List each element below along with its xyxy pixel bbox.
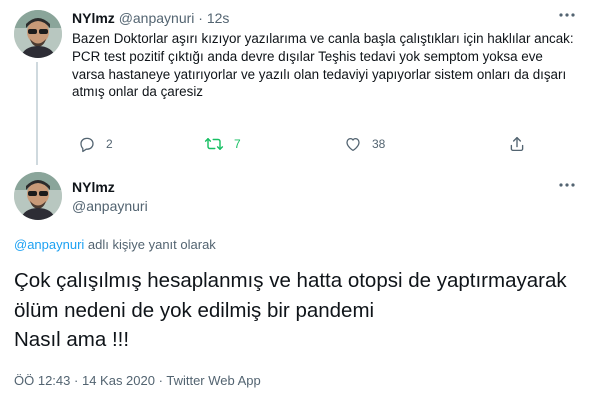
tweet-time[interactable]: ÖÖ 12:43 bbox=[14, 373, 70, 388]
replying-to: @anpaynuri adlı kişiye yanıt olarak bbox=[14, 237, 216, 252]
tweet-text: Bazen Doktorlar aşırı kızıyor yazılarıma… bbox=[72, 31, 574, 100]
thread-connector bbox=[36, 62, 38, 165]
reply-count: 2 bbox=[106, 137, 113, 151]
avatar-image bbox=[14, 172, 62, 220]
share-icon bbox=[510, 136, 524, 152]
more-icon[interactable] bbox=[557, 8, 577, 22]
action-bar: 2 7 38 bbox=[72, 135, 524, 153]
tweet-meta: ÖÖ 12:43 · 14 Kas 2020 · Twitter Web App bbox=[14, 373, 261, 388]
replying-to-suffix: adlı kişiye yanıt olarak bbox=[84, 237, 216, 252]
separator: · bbox=[74, 373, 79, 388]
display-name[interactable]: NYlmz bbox=[72, 179, 115, 195]
separator: · bbox=[158, 373, 163, 388]
tweet-header: NYlmz @anpaynuri · 12s bbox=[72, 10, 229, 26]
user-handle[interactable]: @anpaynuri bbox=[119, 10, 195, 26]
separator: · bbox=[198, 10, 203, 26]
like-icon bbox=[346, 137, 360, 152]
like-count: 38 bbox=[372, 137, 386, 151]
tweet-text: Çok çalışılmış hesaplanmış ve hatta otop… bbox=[14, 269, 567, 351]
mention-link[interactable]: @anpaynuri bbox=[14, 237, 84, 252]
reply-icon bbox=[80, 137, 94, 153]
share-button[interactable] bbox=[508, 135, 526, 153]
retweet-count: 7 bbox=[234, 137, 241, 151]
tweet-source[interactable]: Twitter Web App bbox=[166, 373, 260, 388]
like-button[interactable]: 38 bbox=[344, 135, 385, 153]
avatar-image bbox=[14, 10, 62, 58]
user-handle[interactable]: @anpaynuri bbox=[72, 198, 148, 214]
display-name[interactable]: NYlmz bbox=[72, 10, 115, 26]
tweet-time[interactable]: 12s bbox=[207, 10, 230, 26]
reply-button[interactable]: 2 bbox=[78, 135, 113, 153]
retweet-icon bbox=[204, 138, 224, 150]
parent-tweet[interactable]: NYlmz @anpaynuri · 12s Bazen Doktorlar a… bbox=[0, 0, 591, 165]
retweet-button[interactable]: 7 bbox=[204, 135, 241, 153]
avatar[interactable] bbox=[14, 10, 62, 58]
more-icon[interactable] bbox=[557, 178, 577, 192]
avatar[interactable] bbox=[14, 172, 62, 220]
tweet-date[interactable]: 14 Kas 2020 bbox=[82, 373, 155, 388]
